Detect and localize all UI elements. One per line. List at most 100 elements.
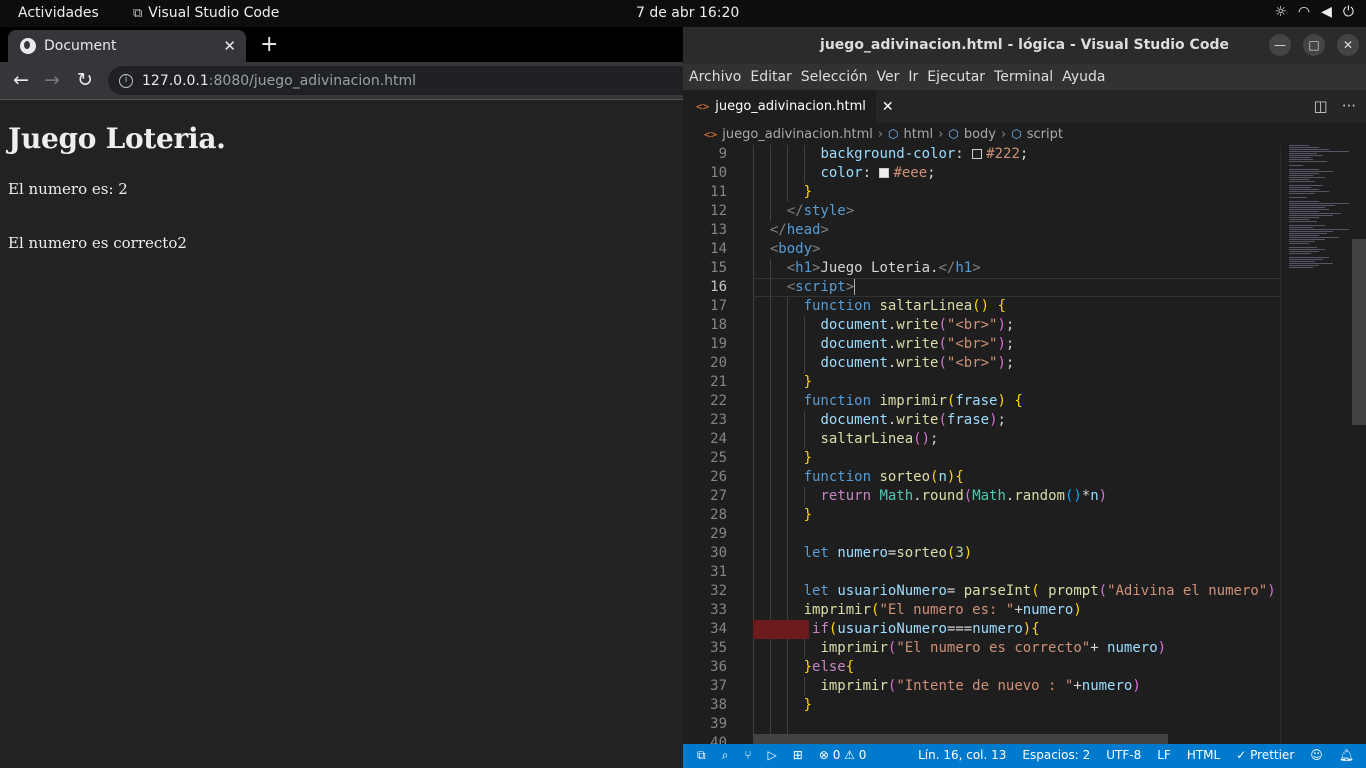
minimap-line [1289, 185, 1323, 186]
close-tab-icon[interactable]: ✕ [223, 37, 236, 55]
clock[interactable]: 7 de abr 16:20 [636, 5, 739, 21]
search-icon[interactable]: ⌕ [722, 748, 729, 763]
menu-editar[interactable]: Editar [750, 69, 791, 85]
minimize-button[interactable]: — [1269, 34, 1291, 56]
code-line[interactable]: 29 [683, 525, 1280, 544]
code-line[interactable]: 39 [683, 715, 1280, 734]
menu-ir[interactable]: Ir [908, 69, 918, 85]
code-line[interactable]: 9 background-color: #222; [683, 145, 1280, 164]
minimap[interactable] [1280, 145, 1352, 744]
code-line[interactable]: 10 color: #eee; [683, 164, 1280, 183]
language-mode[interactable]: HTML [1187, 748, 1220, 762]
close-editor-tab-icon[interactable]: ✕ [882, 99, 894, 115]
feedback-icon[interactable]: ☺ [1310, 748, 1323, 762]
breadcrumb-script[interactable]: script [1027, 127, 1063, 142]
menu-seleccion[interactable]: Selección [801, 69, 868, 85]
code-line[interactable]: 36}else{ [683, 658, 1280, 677]
end-of-line[interactable]: LF [1157, 748, 1171, 762]
source-control-icon[interactable]: ⑂ [744, 748, 751, 763]
encoding[interactable]: UTF-8 [1106, 748, 1141, 762]
code-line[interactable]: 14 <body> [683, 240, 1280, 259]
indent-guide [753, 202, 754, 221]
site-info-icon[interactable]: i [119, 73, 133, 88]
code-line[interactable]: 23 document.write(frase); [683, 411, 1280, 430]
editor-tab[interactable]: <> juego_adivinacion.html ✕ [683, 90, 894, 123]
minimap-line [1289, 153, 1317, 154]
forward-arrow-icon[interactable]: → [44, 69, 60, 91]
back-arrow-icon[interactable]: ← [13, 69, 29, 91]
code-line[interactable]: 11} [683, 183, 1280, 202]
code-text: } [803, 374, 813, 390]
indent-guide [753, 411, 754, 430]
activities-button[interactable]: Actividades [18, 5, 99, 21]
code-line[interactable]: 34 if(usuarioNumero===numero){ [683, 620, 1280, 639]
menu-archivo[interactable]: Archivo [689, 69, 741, 85]
indent-guide [753, 316, 754, 335]
code-line[interactable]: 15 <h1>Juego Loteria.</h1> [683, 259, 1280, 278]
code-line[interactable]: 19 document.write("<br>"); [683, 335, 1280, 354]
close-window-button[interactable]: ✕ [1337, 34, 1359, 56]
menu-ver[interactable]: Ver [877, 69, 900, 85]
code-line[interactable]: 27 return Math.round(Math.random()*n) [683, 487, 1280, 506]
code-line[interactable]: 37 imprimir("Intente de nuevo : "+numero) [683, 677, 1280, 696]
breadcrumb-file[interactable]: juego_adivinacion.html [722, 127, 873, 142]
code-line[interactable]: 24 saltarLinea(); [683, 430, 1280, 449]
code-line[interactable]: 18 document.write("<br>"); [683, 316, 1280, 335]
app-menu[interactable]: ⧉ Visual Studio Code [133, 5, 279, 21]
breadcrumb-html[interactable]: html [904, 127, 934, 142]
notifications-bell-icon[interactable]: 🔔︎ [1339, 748, 1354, 762]
code-line[interactable]: 20 document.write("<br>"); [683, 354, 1280, 373]
remote-explorer-icon[interactable]: ⧉ [697, 748, 706, 763]
code-line[interactable]: 31 [683, 563, 1280, 582]
horizontal-scrollbar[interactable] [753, 734, 1168, 744]
indentation[interactable]: Espacios: 2 [1022, 748, 1090, 762]
indent-guide [753, 582, 754, 601]
code-line[interactable]: 17 function saltarLinea() { [683, 297, 1280, 316]
code-line[interactable]: 22 function imprimir(frase) { [683, 392, 1280, 411]
system-tray[interactable]: ☼ ◠ ◀ ⏻ [1274, 4, 1354, 20]
brightness-icon: ☼ [1274, 4, 1287, 20]
line-number: 27 [710, 488, 727, 504]
editor-scrollbar[interactable] [1352, 145, 1366, 744]
code-line[interactable]: 12 </style> [683, 202, 1280, 221]
reload-icon[interactable]: ↻ [77, 69, 93, 91]
cursor-position[interactable]: Lín. 16, col. 13 [918, 748, 1006, 762]
menu-ejecutar[interactable]: Ejecutar [927, 69, 985, 85]
menu-ayuda[interactable]: Ayuda [1062, 69, 1105, 85]
code-line[interactable]: 33 imprimir("El numero es: "+numero) [683, 601, 1280, 620]
split-editor-icon[interactable]: ◫ [1314, 97, 1328, 115]
browser-tab[interactable]: Document ✕ [8, 30, 246, 62]
run-debug-icon[interactable]: ▷ [768, 748, 777, 763]
breadcrumb-body[interactable]: body [964, 127, 996, 142]
code-editor[interactable]: 9 background-color: #222; 10 color: #eee; 11… [683, 145, 1280, 744]
code-line[interactable]: 16 <script> [683, 278, 1280, 297]
code-line[interactable]: 25} [683, 449, 1280, 468]
indent-guide [753, 183, 754, 202]
browser-tab-title: Document [44, 38, 117, 54]
menu-terminal[interactable]: Terminal [994, 69, 1053, 85]
prettier-status[interactable]: ✓ Prettier [1236, 748, 1294, 762]
code-line[interactable]: 32 let usuarioNumero= parseInt( prompt("A… [683, 582, 1280, 601]
editor-tab-bar: <> juego_adivinacion.html ✕ ◫ ··· [683, 90, 1366, 123]
indent-guide [786, 297, 788, 316]
scrollbar-thumb[interactable] [1352, 239, 1366, 425]
editor-tab-label: juego_adivinacion.html [715, 99, 866, 114]
indent-guide [786, 715, 788, 734]
code-text: <body> [769, 241, 821, 257]
indent-guide [769, 259, 771, 278]
code-line[interactable]: 21} [683, 373, 1280, 392]
code-line[interactable]: 35 imprimir("El numero es correcto"+ nume… [683, 639, 1280, 658]
code-line[interactable]: 13 </head> [683, 221, 1280, 240]
code-line[interactable]: 30 let numero=sorteo(3) [683, 544, 1280, 563]
system-top-bar: Actividades ⧉ Visual Studio Code 7 de ab… [0, 0, 1366, 27]
new-tab-button[interactable]: + [260, 32, 278, 57]
minimap-line [1289, 207, 1325, 208]
code-line[interactable]: 26 function sorteo(n){ [683, 468, 1280, 487]
maximize-button[interactable]: □ [1303, 34, 1325, 56]
address-bar[interactable]: i 127.0.0.1:8080/juego_adivinacion.html [108, 66, 698, 95]
extensions-icon[interactable]: ⊞ [793, 748, 803, 763]
problems-indicator[interactable]: ⊗ 0 ⚠ 0 [819, 748, 867, 763]
code-line[interactable]: 28} [683, 506, 1280, 525]
more-actions-icon[interactable]: ··· [1342, 97, 1356, 115]
code-line[interactable]: 38} [683, 696, 1280, 715]
